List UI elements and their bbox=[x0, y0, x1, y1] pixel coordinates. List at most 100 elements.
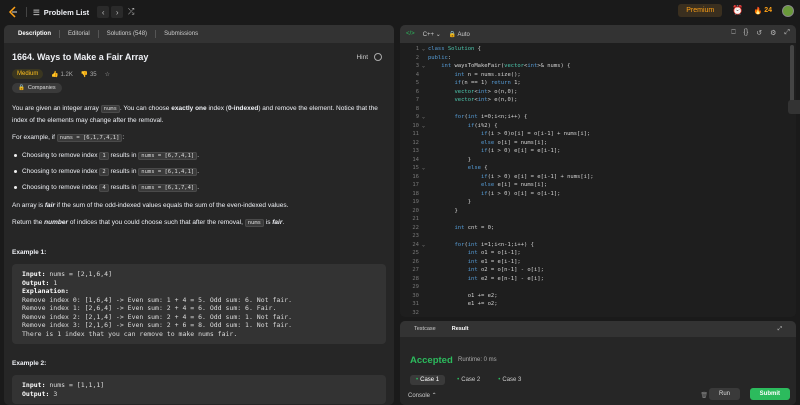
language-select[interactable]: C++ ⌄ bbox=[423, 31, 441, 38]
code-line[interactable]: 27 int o2 = o[n-1] - o[i]; bbox=[400, 266, 544, 275]
result-status: Accepted bbox=[410, 355, 453, 366]
code-line[interactable]: 16 if(i > 0) e[i] = e[i-1] + nums[i]; bbox=[400, 173, 593, 182]
code-line[interactable]: 5 if(n == 1) return 1; bbox=[400, 79, 521, 88]
bookmark-icon[interactable]: ⎕ bbox=[731, 29, 735, 37]
console-toggle[interactable]: Console ⌃ bbox=[408, 392, 437, 399]
fullscreen-icon[interactable]: ⤢ bbox=[784, 29, 790, 37]
tab-description[interactable]: Description bbox=[10, 25, 59, 43]
braces-icon[interactable]: {} bbox=[744, 29, 749, 37]
code-line[interactable]: 20 } bbox=[400, 207, 457, 216]
tab-editorial[interactable]: Editorial bbox=[60, 25, 98, 43]
code-line[interactable]: 9 ⌄ for(int i=0;i<n;i++) { bbox=[400, 113, 528, 122]
case-label: Case 2 bbox=[461, 377, 481, 383]
settings-icon[interactable]: ⚙ bbox=[770, 29, 776, 37]
code-line[interactable]: 10 ⌄ if(i%2) { bbox=[400, 122, 497, 131]
line-number: 5 bbox=[415, 80, 419, 86]
star-icon[interactable]: ☆ bbox=[105, 71, 110, 78]
run-button[interactable]: Run bbox=[708, 388, 740, 400]
label: Explanation: bbox=[22, 287, 69, 295]
like-button[interactable]: 👍 1.2K bbox=[51, 71, 72, 78]
next-problem-button[interactable]: › bbox=[111, 6, 124, 18]
timer-icon[interactable] bbox=[374, 53, 382, 61]
side-panel-toggle[interactable] bbox=[788, 100, 800, 114]
code-line[interactable]: 4 int n = nums.size(); bbox=[400, 71, 521, 80]
code-text: for(int i=1;i<n-1;i++) { bbox=[454, 241, 534, 248]
tab-solutions[interactable]: Solutions (548) bbox=[99, 25, 155, 43]
code-line[interactable]: 23 bbox=[400, 232, 428, 241]
inline-code: nums bbox=[100, 105, 120, 113]
panel-splitter[interactable] bbox=[396, 25, 398, 405]
case-tab-2[interactable]: • Case 2 bbox=[451, 375, 486, 385]
fold-chevron-icon bbox=[422, 215, 428, 224]
line-number: 17 bbox=[412, 182, 419, 188]
code-line[interactable]: 21 bbox=[400, 215, 428, 224]
code-line[interactable]: 1 ⌄ class Solution { bbox=[400, 45, 481, 54]
bold-text: fair bbox=[272, 219, 283, 226]
text: results in bbox=[108, 168, 139, 175]
text: An array is bbox=[12, 202, 45, 209]
reset-icon[interactable]: ↺ bbox=[756, 29, 762, 37]
submit-button[interactable]: Submit bbox=[749, 388, 790, 400]
tab-submissions[interactable]: Submissions bbox=[156, 25, 206, 43]
expand-icon[interactable]: ⤢ bbox=[770, 326, 790, 333]
code-line[interactable]: 11 if(i > 0)o[i] = o[i-1] + nums[i]; bbox=[400, 130, 590, 139]
premium-button[interactable]: Premium bbox=[678, 4, 723, 17]
code-line[interactable]: 30 o1 += e2; bbox=[400, 292, 497, 301]
leetcode-logo-icon[interactable] bbox=[6, 5, 20, 19]
code-line[interactable]: 17 else e[i] = nums[i]; bbox=[400, 181, 547, 190]
avatar[interactable] bbox=[782, 4, 794, 17]
code-line[interactable]: 3 ⌄ int waysToMakeFair(vector<int>& nums)… bbox=[400, 62, 571, 71]
code-line[interactable]: 18 if(i > 0) o[i] = o[i-1]; bbox=[400, 190, 560, 199]
shuffle-icon[interactable]: ⤮ bbox=[125, 6, 137, 18]
line-number: 27 bbox=[412, 267, 419, 273]
case-tab-1[interactable]: • Case 1 bbox=[410, 375, 446, 385]
code-area[interactable]: 1 ⌄ class Solution {2 public: 3 ⌄ int waysToM… bbox=[400, 45, 796, 317]
code-text: else o[i] = nums[i]; bbox=[480, 139, 548, 146]
hint-button[interactable]: Hint bbox=[356, 54, 368, 61]
line-number: 10 bbox=[412, 122, 419, 129]
alarm-icon[interactable]: ⏰ bbox=[732, 5, 743, 16]
code-line[interactable]: 6 vector<int> o(n,0); bbox=[400, 88, 518, 97]
code-line[interactable]: 32 bbox=[400, 309, 428, 318]
text: results in bbox=[108, 184, 139, 191]
case-label: Case 3 bbox=[502, 377, 522, 383]
trash-icon[interactable]: 🗑 bbox=[700, 392, 708, 399]
explanation-line: There is 1 index that you can remove to … bbox=[22, 329, 238, 338]
text: index ( bbox=[206, 105, 228, 112]
code-line[interactable]: 7 vector<int> e(n,0); bbox=[400, 96, 518, 105]
editor-scrollbar[interactable] bbox=[790, 45, 794, 105]
code-line[interactable]: 19 } bbox=[400, 198, 471, 207]
code-line[interactable]: 2 public: bbox=[400, 54, 452, 63]
code-line[interactable]: 26 int e1 = e[i-1]; bbox=[400, 258, 520, 267]
companies-tag[interactable]: 🔒 Companies bbox=[12, 83, 62, 93]
line-number: 1 bbox=[415, 46, 419, 52]
code-line[interactable]: 15 ⌄ else { bbox=[400, 164, 487, 173]
code-line[interactable]: 22 int cnt = 0; bbox=[400, 224, 494, 233]
text: . bbox=[197, 184, 200, 191]
code-text: vector<int> e(n,0); bbox=[454, 97, 518, 103]
code-line[interactable]: 29 bbox=[400, 283, 428, 292]
tab-result[interactable]: Result bbox=[444, 326, 477, 332]
code-line[interactable]: 12 else o[i] = nums[i]; bbox=[400, 139, 547, 148]
mode-select[interactable]: 🔒 Auto bbox=[449, 31, 470, 38]
code-line[interactable]: 14 } bbox=[400, 156, 471, 165]
code-text: } bbox=[428, 156, 472, 163]
line-number: 15 bbox=[412, 165, 419, 171]
code-line[interactable]: 24 ⌄ for(int i=1;i<n-1;i++) { bbox=[400, 241, 534, 250]
code-line[interactable]: 28 int e2 = e[n-1] - e[i]; bbox=[400, 275, 544, 284]
problem-list-link[interactable]: ☰ Problem List bbox=[33, 8, 89, 17]
prev-problem-button[interactable]: ‹ bbox=[97, 6, 110, 18]
code-line[interactable]: 31 e1 += o2; bbox=[400, 300, 497, 309]
line-number: 4 bbox=[415, 71, 419, 78]
explanation-line: Remove index 0: [1,6,4] -> Even sum: 1 +… bbox=[22, 295, 293, 304]
streak-counter[interactable]: 🔥 24 bbox=[753, 7, 772, 15]
dislike-button[interactable]: 👎 35 bbox=[81, 71, 97, 78]
inline-code: nums = [6,7,4,1] bbox=[138, 152, 198, 160]
code-line[interactable]: 25 int o1 = o[i-1]; bbox=[400, 249, 520, 258]
line-number: 3 bbox=[415, 63, 419, 69]
code-line[interactable]: 8 bbox=[400, 105, 428, 114]
explanation-line: Remove index 2: [2,1,4] -> Even sum: 2 +… bbox=[22, 312, 293, 321]
case-tab-3[interactable]: • Case 3 bbox=[492, 375, 527, 385]
tab-testcase[interactable]: Testcase bbox=[406, 326, 444, 332]
code-line[interactable]: 13 if(i > 0) e[i] = e[i-1]; bbox=[400, 147, 560, 156]
